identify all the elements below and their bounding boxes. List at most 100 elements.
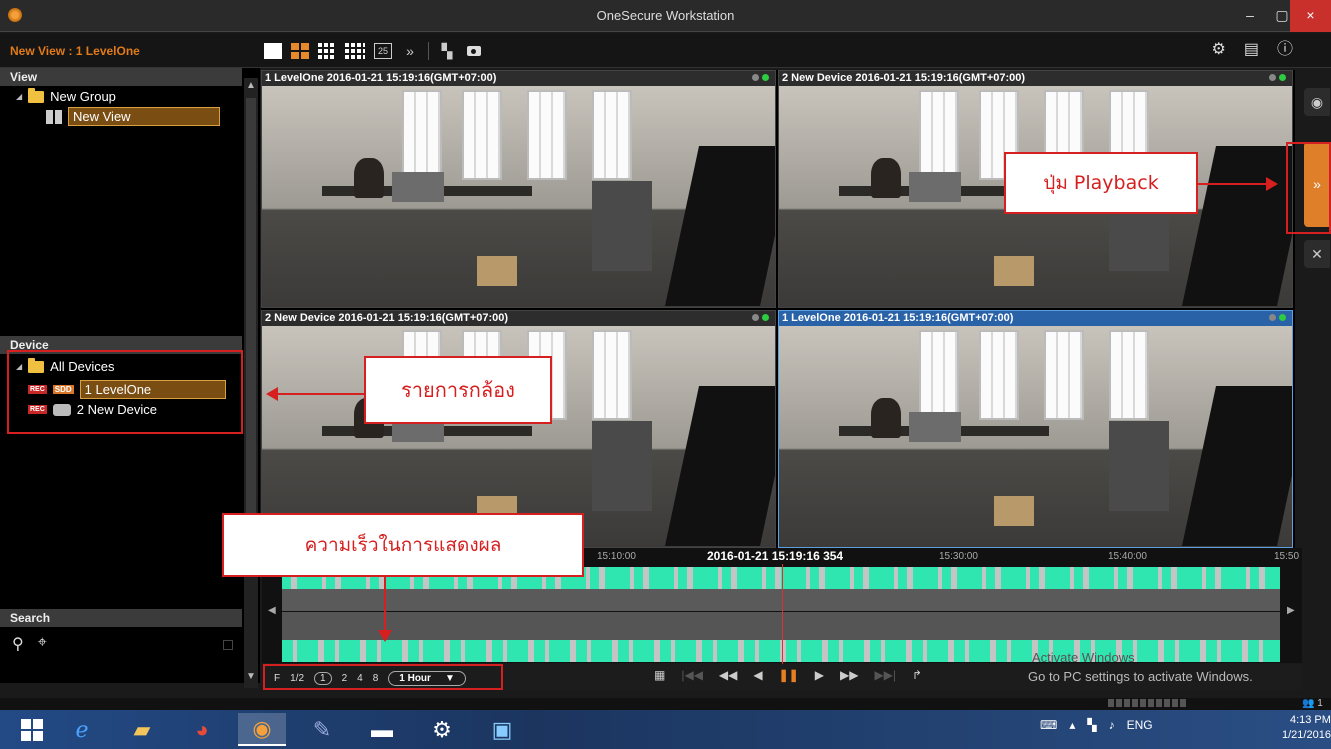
document-icon[interactable]: ▤	[1244, 40, 1259, 60]
skip-end-icon[interactable]: ▶▶|	[874, 668, 896, 682]
status-leds	[752, 314, 769, 321]
activate-windows-watermark: Go to PC settings to activate Windows.	[1028, 669, 1253, 684]
tools-icon[interactable]: ✕	[1304, 240, 1330, 268]
command-prompt-icon[interactable]: ▬	[358, 713, 406, 746]
tile-title: 1 LevelOne 2016-01-21 15:19:16(GMT+07:00…	[262, 71, 775, 86]
windows-logo-icon	[21, 718, 43, 741]
volume-icon[interactable]: ♪	[1109, 718, 1115, 732]
tile-title: 2 New Device 2016-01-21 15:19:16(GMT+07:…	[779, 71, 1292, 86]
layout-3x3-button[interactable]	[318, 43, 336, 59]
tile-title: 1 LevelOne 2016-01-21 15:19:16(GMT+07:00…	[779, 311, 1292, 326]
arrow-line	[1198, 183, 1268, 185]
playback-annotation: ปุ่ม Playback	[1004, 152, 1198, 214]
search-section-header: Search	[0, 609, 242, 627]
keyboard-icon[interactable]: ⌨	[1040, 718, 1057, 732]
arrow-down-icon	[378, 630, 392, 642]
chrome-icon[interactable]: ◕	[178, 713, 226, 746]
speed-highlight	[263, 664, 503, 690]
more-layouts-button[interactable]: »	[401, 43, 419, 59]
target-icon[interactable]: ⌖	[38, 634, 47, 654]
tick-label: 15:30:00	[939, 551, 978, 562]
tree-group-new-group[interactable]: ◢ New Group	[16, 87, 116, 104]
close-button[interactable]: ×	[1290, 0, 1331, 32]
activate-windows-title: Activate Windows	[1032, 650, 1135, 665]
timeline-track[interactable]	[282, 612, 1280, 640]
left-scrollbar-thumb[interactable]	[246, 98, 256, 528]
search-tools: ⚲ ⌖	[12, 634, 47, 654]
arrow-line	[384, 577, 386, 632]
calendar-icon[interactable]: ▦	[654, 668, 665, 682]
clock-time: 4:13 PM	[1289, 714, 1331, 726]
video-tile-4[interactable]: 1 LevelOne 2016-01-21 15:19:16(GMT+07:00…	[778, 310, 1293, 548]
playhead-marker[interactable]	[782, 564, 783, 664]
paint-icon[interactable]: ✎	[298, 713, 346, 746]
skip-start-icon[interactable]: |◀◀	[681, 668, 703, 682]
camera-list-annotation: รายการกล้อง	[364, 356, 552, 424]
tray-expand-icon[interactable]: ▴	[1069, 718, 1075, 732]
layout-1x1-button[interactable]	[264, 43, 282, 59]
users-icon: 👥	[1302, 698, 1315, 709]
connected-users: 👥 1	[1302, 698, 1323, 709]
layout-25-button[interactable]: 25	[374, 43, 392, 59]
timeline-track[interactable]	[282, 589, 1280, 611]
app-window: OneSecure Workstation – ▢ × New View : 1…	[0, 0, 1331, 749]
camera-feed	[779, 326, 1292, 547]
layout-4x4-button[interactable]	[345, 43, 365, 59]
arrow-right-icon	[1266, 177, 1278, 191]
current-view-name: New View : 1 LevelOne	[10, 44, 140, 58]
rewind-icon[interactable]: ◀◀	[719, 668, 737, 682]
view-section-header: View	[0, 68, 242, 86]
camera-feed	[262, 86, 775, 307]
language-indicator[interactable]: ENG	[1127, 718, 1153, 732]
layout-buttons: 25 » ▚	[264, 41, 483, 61]
timeline-left-arrow-icon[interactable]: ◀	[268, 605, 276, 616]
file-explorer-icon[interactable]: ▰	[118, 713, 166, 746]
clock-date: 1/21/2016	[1282, 729, 1331, 741]
timeline-right-arrow-icon[interactable]: ▶	[1287, 605, 1295, 616]
device-list-highlight	[7, 350, 243, 434]
status-leds	[1269, 74, 1286, 81]
pause-icon[interactable]: ❚❚	[779, 668, 799, 682]
layout-2x2-button[interactable]	[291, 43, 309, 59]
photos-icon[interactable]: ▣	[478, 713, 526, 746]
scroll-up-icon[interactable]: ▲	[244, 80, 258, 91]
play-icon[interactable]: ▶	[815, 668, 824, 682]
panel-resize-icon[interactable]	[223, 640, 233, 650]
expand-triangle-icon[interactable]: ◢	[16, 92, 22, 101]
export-icon[interactable]: ↱	[912, 668, 922, 682]
taskbar-clock[interactable]: 4:13 PM 1/21/2016	[1282, 713, 1331, 743]
toolbar-right: ⚙ ▤ ⓘ	[1212, 40, 1293, 60]
sequence-icon[interactable]: ▚	[438, 43, 456, 59]
view-grid-icon	[46, 109, 62, 124]
info-icon[interactable]: ⓘ	[1277, 40, 1293, 60]
volume-meter[interactable]	[1108, 699, 1188, 707]
snapshot-icon[interactable]	[465, 43, 483, 59]
status-leds	[752, 74, 769, 81]
onesecure-taskbar-icon[interactable]: ◉	[238, 713, 286, 746]
live-view-eye-icon[interactable]: ◉	[1304, 88, 1330, 116]
status-leds	[1269, 314, 1286, 321]
start-button[interactable]	[8, 713, 56, 746]
internet-explorer-icon[interactable]: ℯ	[58, 713, 106, 746]
arrow-line	[276, 393, 364, 395]
search-icon[interactable]: ⚲	[12, 634, 24, 654]
fast-forward-icon[interactable]: ▶▶	[840, 668, 858, 682]
playback-highlight	[1286, 142, 1331, 234]
folder-icon	[28, 87, 45, 103]
main-toolbar: New View : 1 LevelOne 25 » ▚ ⚙ ▤ ⓘ	[0, 33, 1331, 68]
tick-label: 15:50	[1274, 551, 1300, 562]
settings-app-icon[interactable]: ⚙	[418, 713, 466, 746]
step-back-icon[interactable]: ◀	[753, 668, 762, 682]
network-icon[interactable]: ▚	[1087, 718, 1096, 732]
windows-taskbar: ℯ ▰ ◕ ◉ ✎ ▬ ⚙ ▣ ⌨ ▴ ▚ ♪ ENG 4:13 PM 1/21…	[0, 710, 1331, 749]
scroll-down-icon[interactable]: ▼	[244, 671, 258, 682]
current-time-label: 2016-01-21 15:19:16 354	[707, 549, 844, 563]
video-tile-1[interactable]: 1 LevelOne 2016-01-21 15:19:16(GMT+07:00…	[261, 70, 776, 308]
toolbar-divider	[428, 42, 429, 60]
window-title: OneSecure Workstation	[596, 8, 735, 23]
group-label: New Group	[50, 89, 116, 104]
tick-label: 15:40:00	[1108, 551, 1147, 562]
tree-item-new-view[interactable]: New View	[46, 107, 220, 126]
title-bar: OneSecure Workstation – ▢ ×	[0, 0, 1331, 32]
settings-gear-icon[interactable]: ⚙	[1212, 40, 1226, 60]
